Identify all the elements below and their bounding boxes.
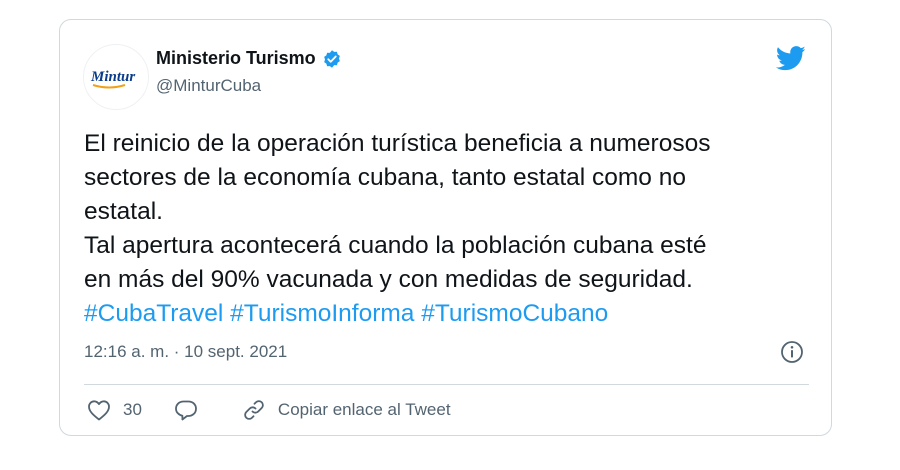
author-name-row[interactable]: Ministerio Turismo — [156, 48, 342, 69]
tweet-timestamp[interactable]: 12:16 a. m. · 10 sept. 2021 — [84, 342, 287, 362]
tweet-actions: 30 Copiar enlace al Tweet — [87, 398, 451, 422]
mintur-logo-icon: Mintur — [90, 69, 135, 89]
author-avatar[interactable]: Mintur — [83, 44, 149, 110]
info-icon[interactable] — [780, 340, 804, 369]
like-count: 30 — [123, 400, 142, 419]
copy-link-button[interactable]: Copiar enlace al Tweet — [242, 398, 451, 422]
link-icon — [244, 400, 264, 420]
verified-badge-icon — [323, 49, 340, 68]
tweet-line: estatal. — [84, 198, 163, 225]
copy-link-label: Copiar enlace al Tweet — [277, 400, 451, 419]
reply-button[interactable] — [174, 399, 198, 421]
reply-bubble-icon — [175, 400, 197, 421]
tweet-line: en más del 90% vacunada y con medidas de… — [84, 266, 693, 293]
tweet-line: Tal apertura acontecerá cuando la poblac… — [84, 232, 707, 259]
heart-icon — [88, 400, 110, 421]
divider — [84, 384, 809, 385]
hashtag-row: #CubaTravel #TurismoInforma #TurismoCuba… — [84, 297, 814, 331]
tweet-line: El reinicio de la operación turística be… — [84, 130, 711, 157]
tweet-text: El reinicio de la operación turística be… — [84, 127, 814, 331]
hashtag-link[interactable]: #TurismoInforma — [230, 300, 414, 327]
author-handle[interactable]: @MinturCuba — [156, 76, 261, 96]
hashtag-link[interactable]: #CubaTravel — [84, 300, 223, 327]
svg-text:Mintur: Mintur — [90, 69, 135, 85]
tweet-card: Mintur Ministerio Turismo @MinturCuba El… — [59, 19, 832, 436]
like-button[interactable]: 30 — [87, 399, 142, 421]
hashtag-link[interactable]: #TurismoCubano — [421, 300, 608, 327]
author-name[interactable]: Ministerio Turismo — [156, 48, 316, 69]
tweet-line: sectores de la economía cubana, tanto es… — [84, 164, 686, 191]
twitter-bird-icon[interactable] — [775, 46, 806, 76]
